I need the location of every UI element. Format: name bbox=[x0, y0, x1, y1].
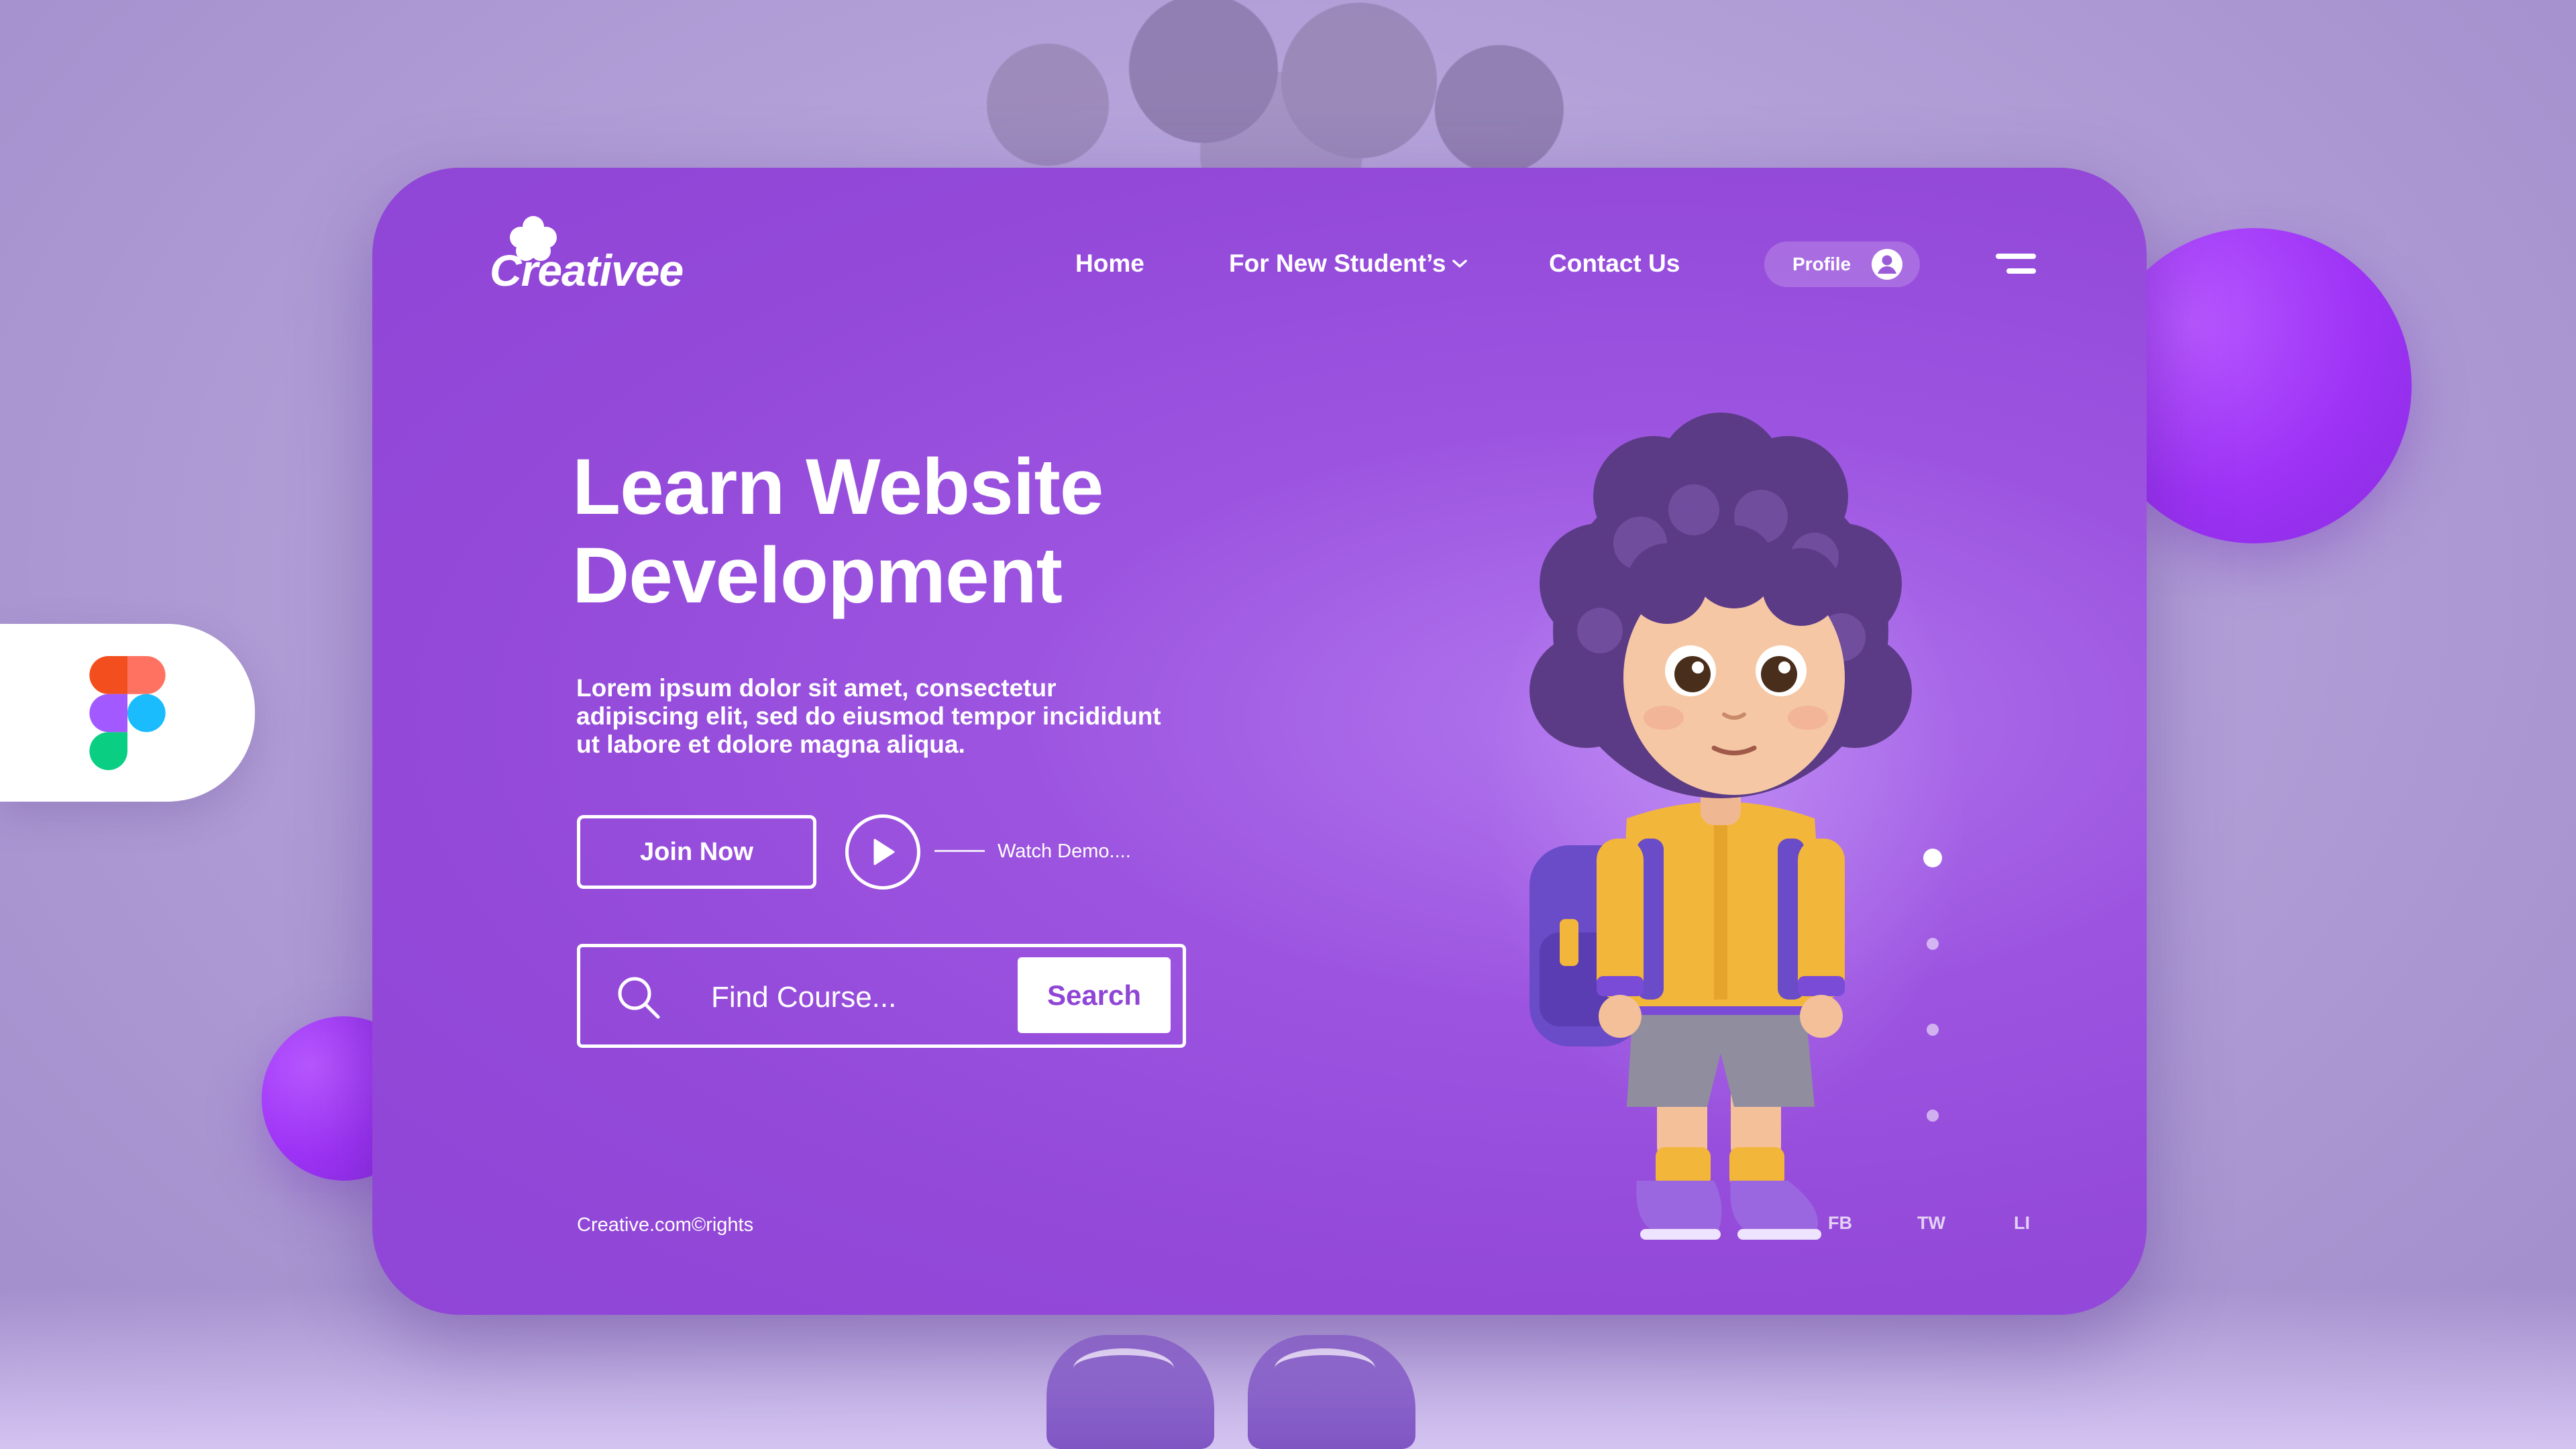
brand-name: Creativee bbox=[490, 246, 684, 295]
course-search-bar: Search bbox=[577, 944, 1186, 1048]
background-character-feet bbox=[1046, 1308, 1489, 1449]
hamburger-icon[interactable] bbox=[1996, 251, 2036, 278]
watch-demo-play-button[interactable] bbox=[845, 814, 920, 890]
hero-title: Learn Website Development bbox=[572, 443, 1310, 620]
watch-demo-link[interactable]: Watch Demo.... bbox=[998, 841, 1131, 863]
profile-label: Profile bbox=[1792, 254, 1851, 274]
landing-page-card: Creativee Home For New Student’s Contact… bbox=[372, 168, 2147, 1315]
hero-description: Lorem ipsum dolor sit amet, consectetur … bbox=[576, 674, 1161, 758]
slider-dot-4[interactable] bbox=[1927, 1110, 1939, 1122]
demo-divider-line bbox=[934, 850, 985, 852]
user-circle-icon bbox=[1872, 249, 1903, 280]
join-now-button[interactable]: Join Now bbox=[577, 815, 816, 889]
slider-dot-3[interactable] bbox=[1927, 1024, 1939, 1036]
brand-logo[interactable]: Creativee bbox=[490, 215, 704, 302]
nav-contact-us[interactable]: Contact Us bbox=[1549, 250, 1680, 278]
hero-title-line-1: Learn Website bbox=[572, 443, 1104, 531]
nav-for-new-students[interactable]: For New Student’s bbox=[1229, 250, 1468, 278]
hero-title-line-2: Development bbox=[572, 531, 1063, 620]
student-character-illustration bbox=[1486, 413, 1962, 1240]
social-link-facebook[interactable]: FB bbox=[1828, 1213, 1852, 1234]
find-course-input[interactable] bbox=[711, 974, 993, 1021]
slider-dot-1[interactable] bbox=[1923, 849, 1942, 867]
search-icon bbox=[618, 977, 660, 1019]
right-shoe bbox=[1248, 1335, 1415, 1449]
chevron-down-icon bbox=[1452, 260, 1468, 268]
footer-copyright: Creative.com©rights bbox=[577, 1214, 754, 1236]
figma-badge bbox=[0, 624, 255, 802]
nav-home[interactable]: Home bbox=[1075, 250, 1144, 278]
profile-button[interactable]: Profile bbox=[1764, 241, 1920, 287]
social-link-linkedin[interactable]: LI bbox=[2014, 1213, 2030, 1234]
figma-icon bbox=[89, 655, 166, 770]
social-link-twitter[interactable]: TW bbox=[1917, 1213, 1945, 1234]
nav-students-label: For New Student’s bbox=[1229, 250, 1446, 277]
play-icon bbox=[873, 839, 895, 865]
left-shoe bbox=[1046, 1335, 1214, 1449]
slider-dot-2[interactable] bbox=[1927, 938, 1939, 950]
search-button[interactable]: Search bbox=[1018, 957, 1171, 1033]
